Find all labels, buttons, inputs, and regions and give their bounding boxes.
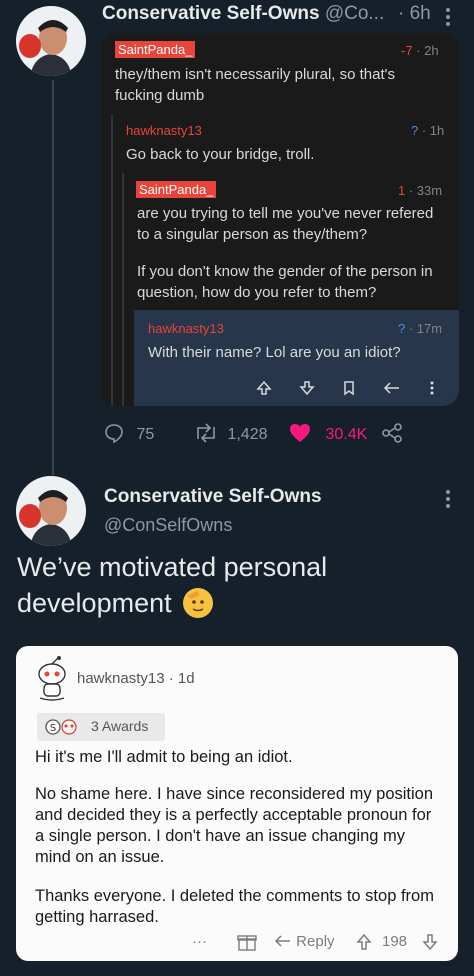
display-name[interactable]: Conservative Self-Owns	[104, 486, 322, 508]
give-award-icon[interactable]	[237, 933, 257, 951]
comment-meta: ? · 17m	[398, 321, 442, 336]
retweet-icon	[197, 423, 215, 443]
vote-score: 198	[382, 933, 408, 950]
reply-action[interactable]: 75	[104, 423, 154, 444]
reply-icon[interactable]	[383, 380, 401, 396]
comment-username: hawknasty13	[126, 123, 202, 138]
reply-arrow-icon	[274, 935, 290, 947]
svg-text:S: S	[50, 723, 56, 734]
reddit-comment-screenshot[interactable]: hawknasty13 · 1d S 3 Awards Hi it's me I…	[16, 646, 458, 961]
username[interactable]: hawknasty13	[77, 670, 165, 687]
like-action[interactable]: 30.4K	[289, 423, 367, 444]
comment-username: SaintPanda_	[136, 181, 217, 198]
more-options-icon[interactable]	[441, 5, 455, 29]
comment-paragraph: No shame here. I have since reconsidered…	[35, 785, 434, 866]
comment-score: 1	[398, 183, 406, 198]
nest-bar	[111, 115, 113, 406]
comment-author[interactable]: hawknasty13 · 1d	[77, 670, 195, 687]
thread-connector-line	[52, 80, 54, 475]
comment-meta: ? · 1h	[411, 123, 444, 138]
nest-bar	[122, 173, 124, 406]
tweet-time[interactable]: · 6h	[398, 3, 431, 25]
upvote-icon[interactable]	[256, 380, 272, 396]
comment-score: -7	[401, 43, 413, 58]
tweet-body: We’ve motivated personal development	[17, 549, 457, 621]
reddit-snoo-avatar-icon	[38, 656, 66, 701]
tweet-author[interactable]: Conservative Self-Owns @Co...	[102, 3, 384, 25]
awards-count: 3 Awards	[91, 718, 149, 734]
reply-label: Reply	[296, 933, 335, 950]
comment-score: ?	[398, 321, 406, 336]
display-name[interactable]: Conservative Self-Owns	[102, 3, 320, 24]
heart-icon	[290, 424, 310, 442]
more-options-icon[interactable]	[441, 487, 455, 511]
avatar-image	[16, 6, 86, 76]
more-icon[interactable]	[429, 380, 435, 396]
comment-username: SaintPanda_	[115, 41, 196, 58]
handle[interactable]: @Co...	[325, 3, 384, 24]
comment-age: · 1d	[168, 670, 195, 687]
comment-age: · 2h	[416, 43, 439, 58]
comment-meta: -7 · 2h	[401, 43, 439, 58]
comment-paragraph: Hi it's me I'll admit to being an idiot.	[35, 748, 293, 766]
comment-text: are you trying to tell me you've never r…	[137, 205, 434, 243]
bookmark-icon[interactable]	[341, 380, 357, 396]
share-icon[interactable]	[381, 423, 403, 443]
reply-count: 75	[136, 426, 155, 443]
like-count: 30.4K	[325, 426, 368, 443]
tweet-text: We’ve motivated personal development	[17, 552, 328, 618]
upvote-icon[interactable]	[356, 933, 372, 951]
avatar-image	[16, 476, 86, 546]
reply-button[interactable]: Reply	[274, 933, 335, 950]
downvote-icon[interactable]	[299, 380, 315, 396]
reddit-screenshot-card[interactable]: SaintPanda_ -7 · 2h they/them isn't nece…	[101, 33, 459, 406]
comment-age: · 17m	[408, 321, 443, 336]
comment-paragraph: Thanks everyone. I deleted the comments …	[35, 887, 434, 926]
more-dots-button[interactable]: ···	[192, 933, 207, 950]
reply-bubble-icon	[105, 424, 123, 444]
comment-score: ?	[411, 123, 419, 138]
comment-text-continued: If you don't know the gender of the pers…	[137, 263, 433, 301]
profile-avatar[interactable]	[16, 6, 86, 76]
comment-age: · 1h	[421, 123, 445, 138]
comment-age: · 33m	[408, 183, 443, 198]
award-icons: S	[45, 719, 77, 735]
comment-text: they/them isn't necessarily plural, so t…	[115, 66, 396, 104]
retweet-count: 1,428	[227, 426, 268, 443]
downvote-icon[interactable]	[422, 933, 438, 951]
saluting-face-emoji-icon	[183, 588, 214, 618]
retweet-action[interactable]: 1,428	[193, 423, 268, 444]
comment-text: Go back to your bridge, troll.	[126, 146, 315, 163]
comment-meta: 1 · 33m	[398, 183, 442, 198]
handle[interactable]: @ConSelfOwns	[104, 515, 232, 536]
profile-avatar[interactable]	[16, 476, 86, 546]
comment-username: hawknasty13	[148, 321, 224, 336]
comment-text: With their name? Lol are you an idiot?	[148, 344, 401, 361]
awards-badge[interactable]: S 3 Awards	[37, 713, 165, 741]
